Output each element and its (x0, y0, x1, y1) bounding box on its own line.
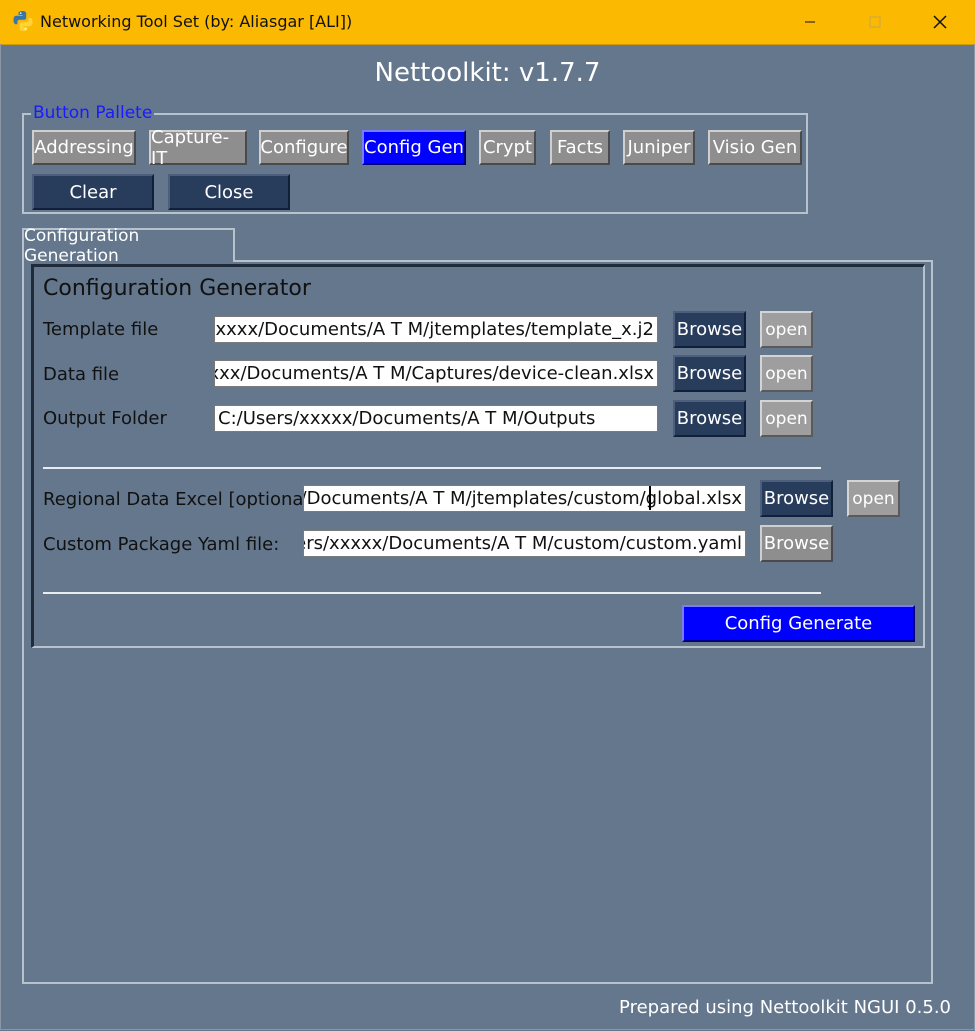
data-file-value: s/xxxxx/Documents/A T M/Captures/device-… (214, 363, 654, 384)
data-file-browse-button[interactable]: Browse (673, 355, 746, 392)
maximize-button[interactable] (855, 8, 895, 36)
separator (43, 592, 821, 594)
footer-text: Prepared using Nettoolkit NGUI 0.5.0 (619, 997, 951, 1018)
template-file-browse-button[interactable]: Browse (673, 311, 746, 348)
template-file-open-button[interactable]: open (760, 311, 813, 348)
output-folder-browse-button[interactable]: Browse (673, 400, 746, 437)
python-icon (13, 11, 33, 31)
regional-data-label: Regional Data Excel [optional] (43, 489, 316, 510)
facts-button[interactable]: Facts (550, 130, 610, 165)
minimize-button[interactable] (790, 8, 830, 36)
crypt-button[interactable]: Crypt (479, 130, 536, 165)
text-cursor (649, 486, 651, 510)
data-file-open-button[interactable]: open (760, 355, 813, 392)
close-button[interactable]: Close (168, 174, 290, 210)
section-title: Configuration Generator (43, 276, 311, 301)
minimize-icon (805, 21, 815, 23)
separator (43, 467, 821, 469)
template-file-input[interactable]: ers/xxxxx/Documents/A T M/jtemplates/tem… (214, 316, 658, 343)
template-file-label: Template file (43, 319, 159, 340)
visio-gen-button[interactable]: Visio Gen (708, 130, 802, 165)
close-icon (933, 15, 947, 29)
data-file-input[interactable]: s/xxxxx/Documents/A T M/Captures/device-… (214, 360, 658, 387)
regional-data-value: xxxx/Documents/A T M/jtemplates/custom/g… (303, 488, 742, 509)
regional-data-open-button[interactable]: open (847, 480, 900, 517)
regional-data-input[interactable]: xxxx/Documents/A T M/jtemplates/custom/g… (303, 485, 746, 512)
juniper-button[interactable]: Juniper (623, 130, 695, 165)
configure-button[interactable]: Configure (259, 130, 349, 165)
custom-yaml-label: Custom Package Yaml file: (43, 534, 280, 555)
template-file-value: ers/xxxxx/Documents/A T M/jtemplates/tem… (214, 319, 654, 340)
custom-yaml-browse-button[interactable]: Browse (760, 525, 833, 562)
tab-configuration-generation[interactable]: Configuration Generation (22, 226, 235, 266)
clear-button[interactable]: Clear (32, 174, 154, 210)
capture-it-button[interactable]: Capture-IT (149, 127, 247, 169)
output-folder-input[interactable]: C:/Users/xxxxx/Documents/A T M/Outputs (214, 405, 658, 432)
custom-yaml-input[interactable]: /Users/xxxxx/Documents/A T M/custom/cust… (303, 530, 746, 557)
output-folder-label: Output Folder (43, 408, 167, 429)
output-folder-value: C:/Users/xxxxx/Documents/A T M/Outputs (218, 408, 596, 429)
config-generate-button[interactable]: Config Generate (682, 605, 915, 642)
regional-data-browse-button[interactable]: Browse (760, 480, 833, 517)
maximize-icon (869, 16, 881, 28)
addressing-button[interactable]: Addressing (32, 130, 136, 165)
title-bar: Networking Tool Set (by: Aliasgar [ALI]) (0, 0, 975, 45)
close-window-button[interactable] (920, 8, 960, 36)
data-file-label: Data file (43, 364, 120, 385)
custom-yaml-value: /Users/xxxxx/Documents/A T M/custom/cust… (303, 533, 742, 554)
window-title: Networking Tool Set (by: Aliasgar [ALI]) (40, 12, 353, 31)
config-gen-button[interactable]: Config Gen (362, 130, 466, 165)
output-folder-open-button[interactable]: open (760, 400, 813, 437)
app-title: Nettoolkit: v1.7.7 (374, 58, 601, 88)
button-palette-legend: Button Pallete (31, 103, 155, 123)
